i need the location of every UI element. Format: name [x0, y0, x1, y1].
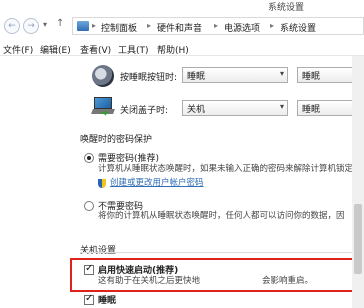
- lid-select[interactable]: 关机 ▾: [182, 100, 288, 116]
- breadcrumb-hardware-sound[interactable]: 硬件和声音: [157, 21, 202, 34]
- breadcrumb-separator: ▸: [270, 21, 275, 30]
- recent-pages-dropdown[interactable]: ▾: [43, 20, 47, 29]
- lid-label: 关闭盖子时:: [120, 106, 169, 116]
- menu-file[interactable]: 文件(F): [3, 43, 33, 56]
- divider: [80, 252, 352, 253]
- create-password-link[interactable]: 创建或更改用户帐户密码: [110, 176, 204, 188]
- shutdown-settings-heading: 关机设置: [80, 246, 117, 256]
- lid-value-right: 睡眠: [302, 105, 321, 115]
- laptop-lid-icon: ➜: [91, 96, 115, 119]
- menu-tools[interactable]: 工具(T): [118, 43, 149, 56]
- fast-startup-desc-right: 会影响重启。: [262, 276, 314, 286]
- lid-value: 关机: [187, 105, 206, 115]
- up-button[interactable]: ↑: [56, 18, 64, 29]
- system-settings-content: 按睡眠按钮时: 睡眠 ▾ 睡眠 ➜ 关闭盖子时: 关机 ▾ 睡眠 唤醒时的密码保…: [0, 56, 364, 308]
- fast-startup-checkbox[interactable]: [84, 263, 94, 275]
- menu-help[interactable]: 帮助(H): [157, 43, 189, 56]
- sleep-button-value-right: 睡眠: [302, 72, 321, 82]
- sleep-button-icon: [92, 65, 114, 87]
- no-password-radio[interactable]: [84, 201, 94, 211]
- require-password-radio[interactable]: [84, 153, 94, 163]
- forward-button[interactable]: →: [23, 18, 39, 34]
- vertical-scrollbar[interactable]: [352, 56, 364, 308]
- arrow-icon: ➜: [100, 108, 109, 119]
- uac-shield-icon: [98, 179, 106, 188]
- no-password-desc: 将你的计算机从睡眠状态唤醒时，任何人都可以访问你的数据，因: [98, 211, 345, 221]
- require-password-desc: 计算机从睡眠状态唤醒时，如果未输入正确的密码来解除计算机锁定，: [98, 164, 362, 174]
- wake-password-heading: 唤醒时的密码保护: [80, 135, 153, 145]
- breadcrumb-separator: ▸: [214, 21, 219, 30]
- control-panel-icon: [77, 21, 89, 31]
- menu-edit[interactable]: 编辑(E): [40, 43, 71, 56]
- breadcrumb-separator: ▸: [147, 21, 152, 30]
- back-button[interactable]: ←: [4, 18, 20, 34]
- sleep-button-value: 睡眠: [187, 72, 206, 82]
- chevron-down-icon: ▾: [279, 102, 284, 111]
- breadcrumb-power-options[interactable]: 电源选项: [224, 21, 260, 34]
- lid-select-right[interactable]: 睡眠: [297, 100, 357, 116]
- menu-view[interactable]: 查看(V): [80, 43, 111, 56]
- scrollbar-thumb[interactable]: [354, 204, 362, 274]
- sleep-button-select-right[interactable]: 睡眠: [297, 67, 357, 83]
- address-bar: ← → ▾ ↑ ▸ 控制面板 ▸ 硬件和声音 ▸ 电源选项 ▸ 系统设置: [0, 12, 364, 40]
- menu-bar: 文件(F) 编辑(E) 查看(V) 工具(T) 帮助(H): [0, 40, 364, 56]
- breadcrumb[interactable]: ▸ 控制面板 ▸ 硬件和声音 ▸ 电源选项 ▸ 系统设置: [72, 17, 364, 35]
- breadcrumb-separator: ▸: [92, 21, 97, 30]
- sleep-label: 睡眠: [98, 296, 117, 306]
- title-bar: 系统设置: [0, 0, 364, 13]
- fast-startup-desc: 这有助于在关机之后更快地: [98, 276, 201, 286]
- sleep-checkbox[interactable]: [84, 293, 94, 305]
- breadcrumb-system-settings[interactable]: 系统设置: [280, 21, 316, 34]
- sleep-button-label: 按睡眠按钮时:: [120, 73, 178, 83]
- chevron-down-icon: ▾: [279, 69, 284, 78]
- sleep-button-select[interactable]: 睡眠 ▾: [182, 67, 288, 83]
- breadcrumb-control-panel[interactable]: 控制面板: [101, 21, 137, 34]
